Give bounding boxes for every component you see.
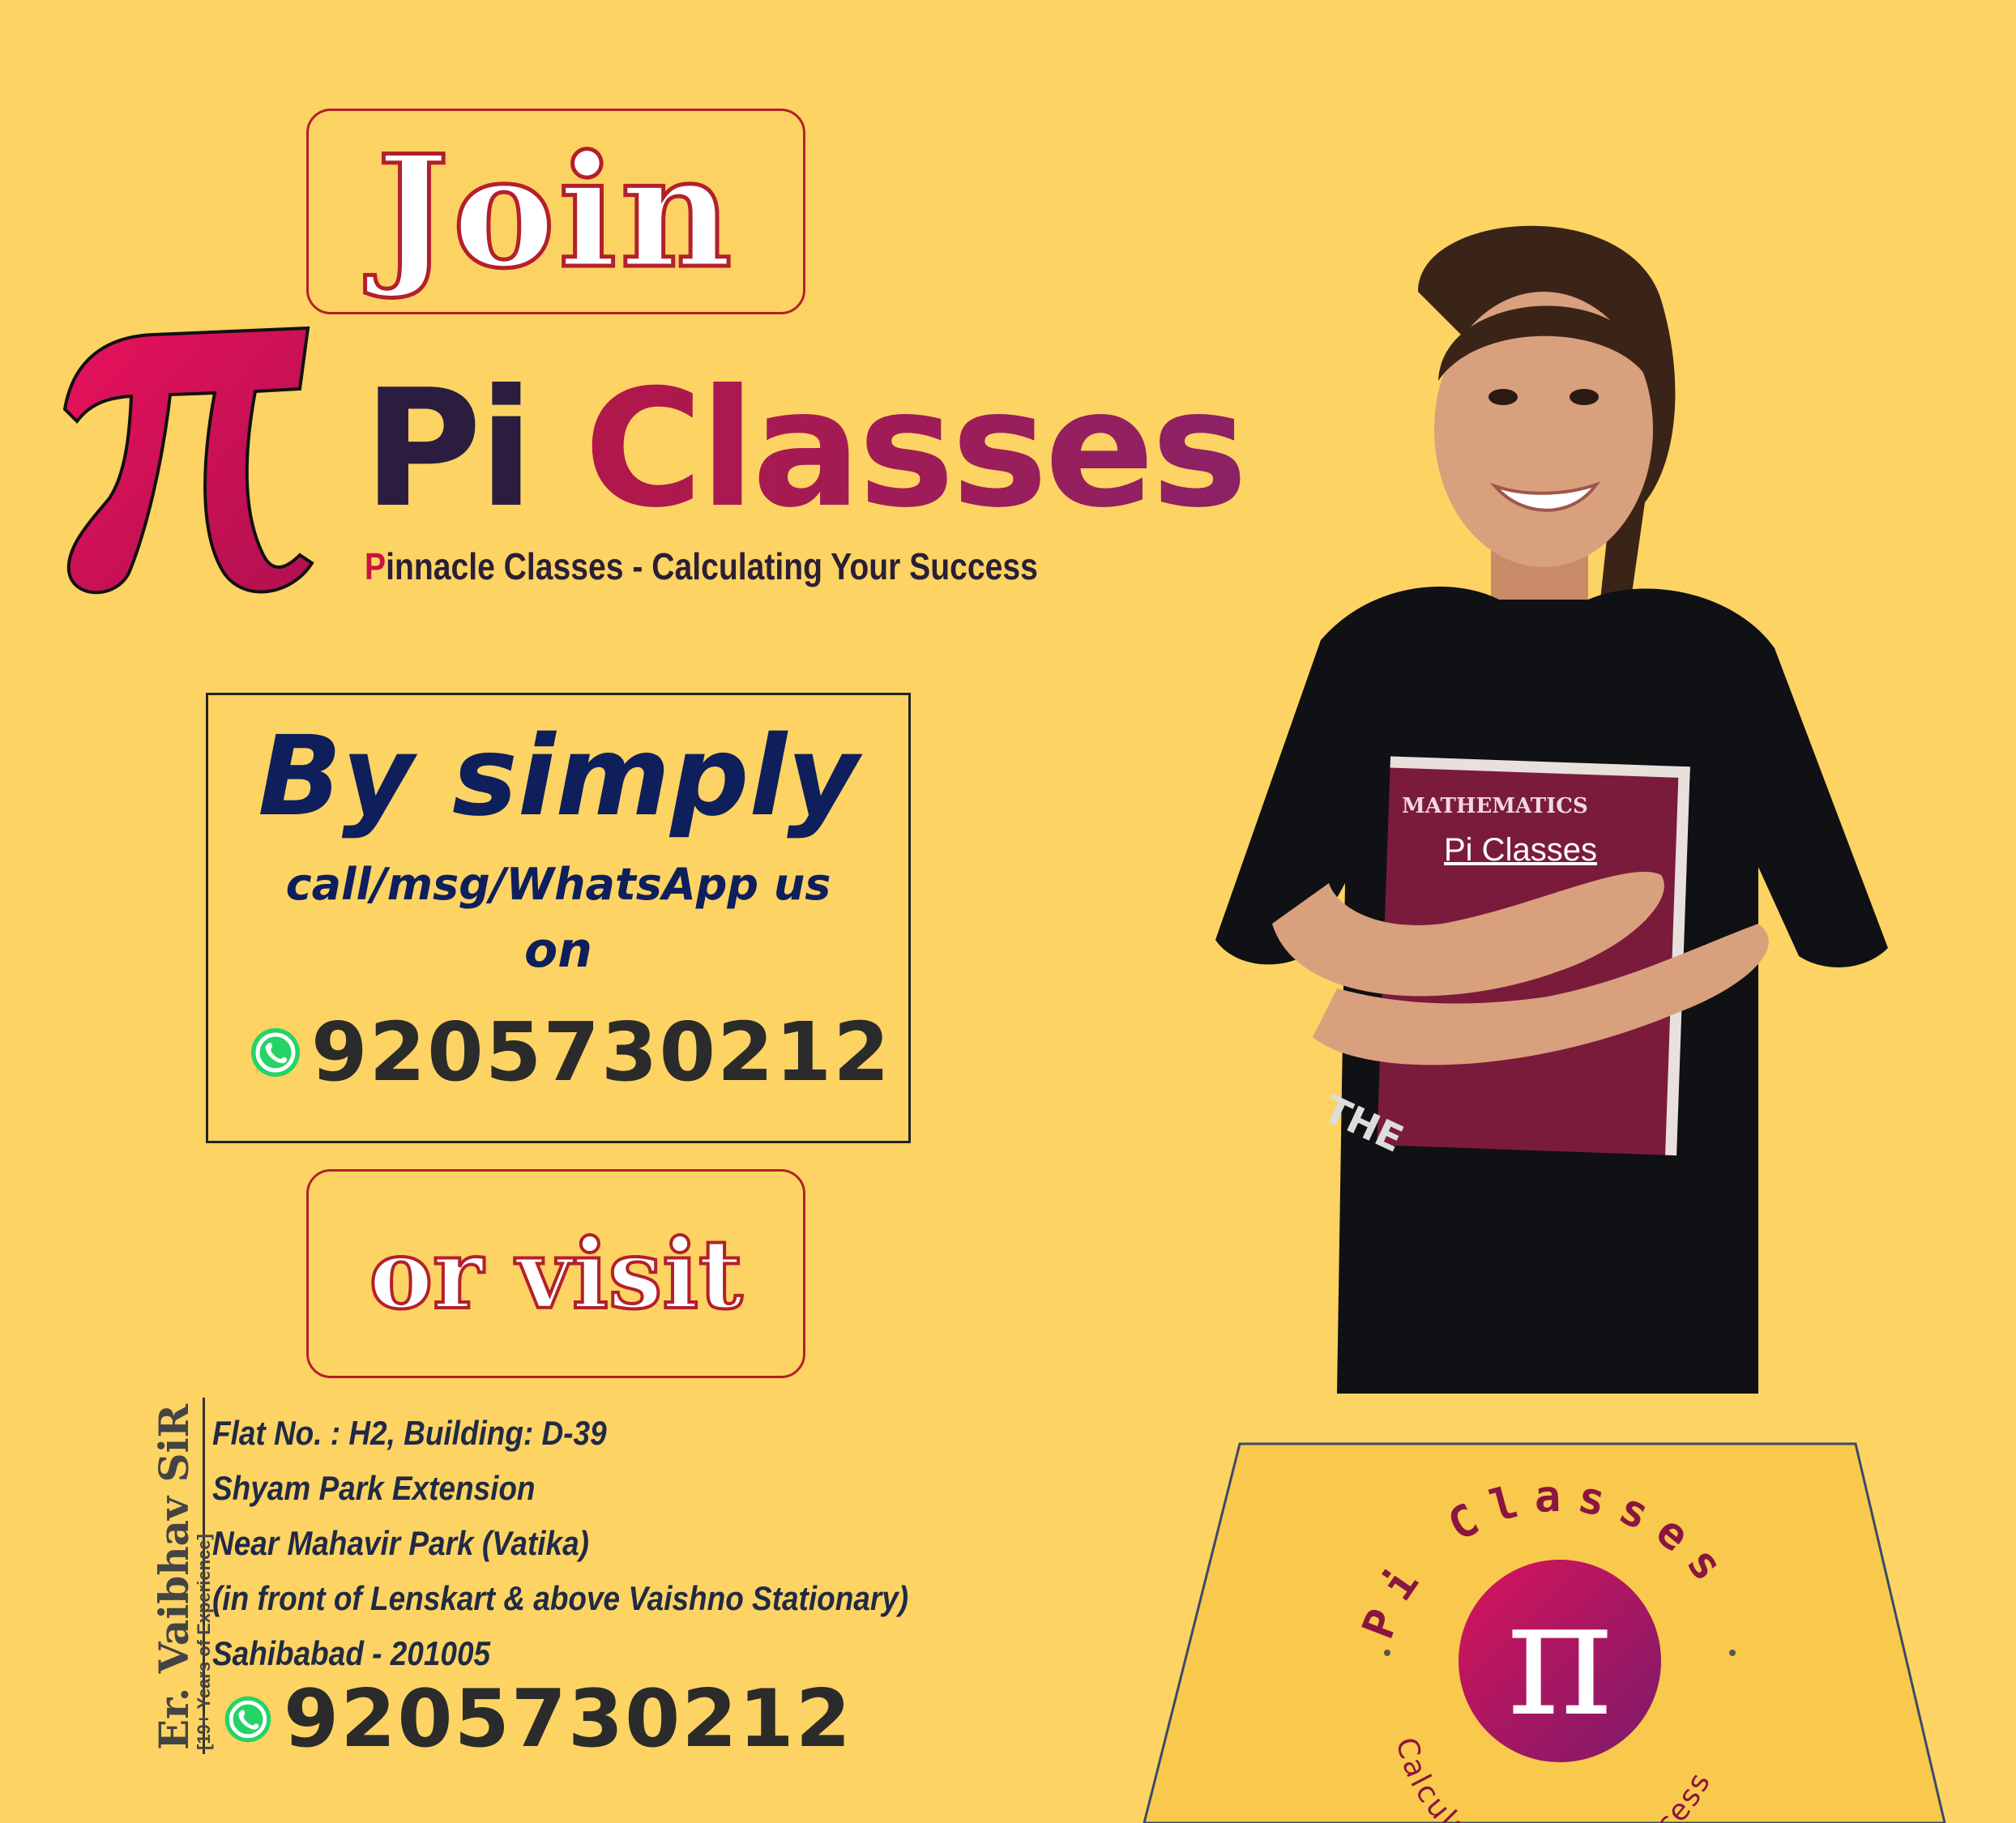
book-label: Pi Classes xyxy=(1444,832,1597,868)
contact-phone-number: 9205730212 xyxy=(311,1005,891,1099)
teacher-label: Er. Vaibhav SiR [19+ Years of Experience… xyxy=(150,1403,214,1750)
pi-icon xyxy=(62,326,314,595)
address-line: Near Mahavir Park (Vatika) xyxy=(212,1524,589,1562)
address-phone-number: 9205730212 xyxy=(284,1673,852,1765)
logo-podium: π Pi Classes Calculating Your Success xyxy=(1143,1442,1946,1823)
whatsapp-icon xyxy=(224,1696,271,1743)
tagline-rest: innacle Classes - Calculating Your Succe… xyxy=(386,545,1038,587)
contact-phone[interactable]: 9205730212 xyxy=(246,1005,891,1099)
teacher-name: Er. Vaibhav SiR xyxy=(150,1403,198,1750)
join-heading: Join xyxy=(374,119,736,304)
contact-headline: By simply xyxy=(258,713,859,841)
contact-on: on xyxy=(524,922,592,979)
book-subject: MATHEMATICS xyxy=(1402,794,1588,818)
logo-pi-symbol: π xyxy=(1506,1564,1612,1753)
brand-classes-word: Classes xyxy=(583,355,1248,544)
brand-tagline: Pinnacle Classes - Calculating Your Succ… xyxy=(365,544,1038,588)
student-photo: MATHEMATICS Pi Classes THE xyxy=(1215,225,1888,1394)
address-block: Flat No. : H2, Building: D-39 Shyam Park… xyxy=(212,1406,908,1681)
address-line: Flat No. : H2, Building: D-39 xyxy=(212,1414,607,1452)
brand-pi-word: Pi xyxy=(363,355,534,544)
whatsapp-icon xyxy=(251,1027,300,1077)
tagline-initial: P xyxy=(365,545,387,587)
contact-subline: call/msg/WhatsApp us xyxy=(285,859,831,910)
visit-heading: or visit xyxy=(367,1216,744,1332)
address-phone[interactable]: 9205730212 xyxy=(220,1673,852,1765)
address-line: Shyam Park Extension xyxy=(212,1469,536,1507)
address-line: (in front of Lenskart & above Vaishno St… xyxy=(212,1579,909,1617)
brand-title: Pi Classes xyxy=(363,369,1248,531)
